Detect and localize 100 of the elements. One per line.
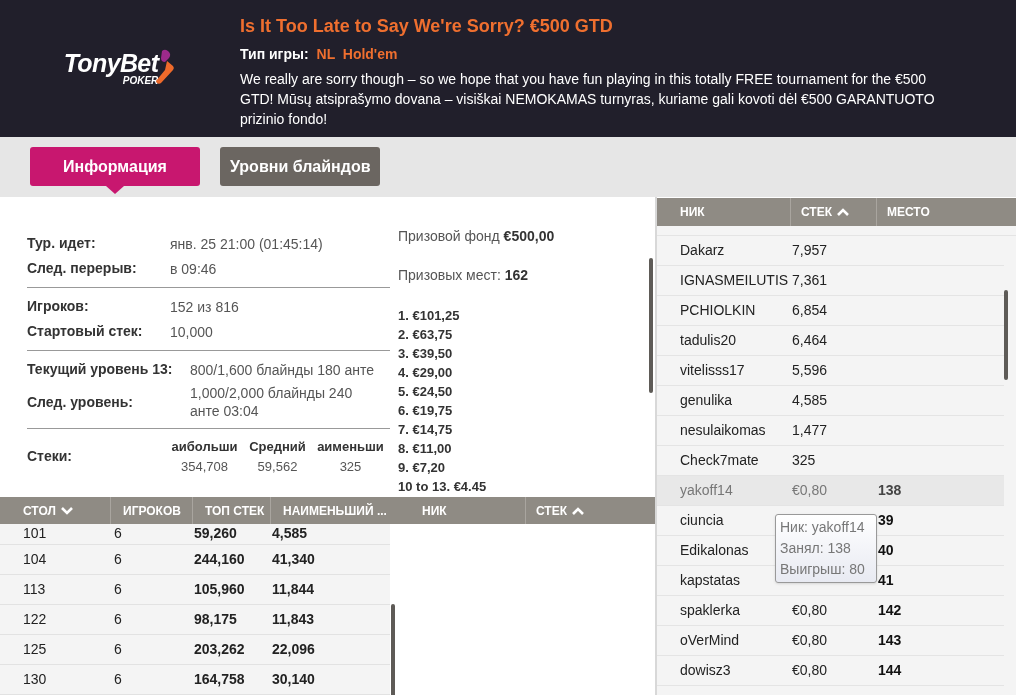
player-place: 144 <box>878 661 902 680</box>
table-cell-text: 98,175 <box>193 610 238 629</box>
table-cell-text: 59,260 <box>193 524 238 543</box>
table-cell-text: 4,585 <box>271 524 309 543</box>
player-stack: 6,464 <box>792 332 828 348</box>
info-label: Тур. идет: <box>27 234 97 253</box>
stack-value: 354,708 <box>181 457 228 476</box>
player-stack: 6,854 <box>792 302 828 318</box>
table-cell-text: 125 <box>22 640 48 659</box>
table-cell-text: 6 <box>113 580 123 599</box>
player-name[interactable]: yakoff14 <box>680 482 733 498</box>
player-place: 40 <box>878 541 894 560</box>
player-name[interactable]: oVerMind <box>680 632 740 648</box>
stack-value: 325 <box>339 457 362 476</box>
tournament-title: Is It Too Late to Say We're Sorry? €500 GTD <box>240 15 614 38</box>
player-name[interactable]: genulika <box>680 392 733 408</box>
player-stack: 4,585 <box>792 392 828 408</box>
player-place: 138 <box>878 481 902 500</box>
table-cell-text: 30,140 <box>271 670 316 689</box>
info-value: 10,000 <box>170 322 213 341</box>
table-cell-text: 130 <box>22 670 48 689</box>
info-label: Игроков: <box>27 297 90 316</box>
stack-heading: аименьши <box>317 438 384 456</box>
player-name[interactable]: vitelisss17 <box>680 362 745 378</box>
table-cell-text: 203,262 <box>193 640 246 659</box>
scrollbar[interactable] <box>649 258 653 393</box>
stack-value: 59,562 <box>257 457 298 476</box>
info-label: След. уровень: <box>27 392 134 412</box>
info-value: 152 из 816 <box>170 297 239 316</box>
tournament-description: We really are sorry though – so we hope that you have fun playing in this totally FREE tournament for the €500 GTD! Mūsų atsiprašymo dovana – visiškai NEMOKAMAS turnyras, kuriame gali kovoti dėl €500 GARANTUOTO prizinio fondo! <box>240 70 936 129</box>
scrollbar[interactable] <box>1004 290 1008 380</box>
player-stack: €0,80 <box>792 482 828 498</box>
player-name[interactable]: tadulis20 <box>680 332 737 348</box>
player-name[interactable]: Edikalonas <box>680 542 749 558</box>
player-stack: €0,80 <box>792 602 828 618</box>
tooltip-line: Занял: 138 <box>780 539 852 558</box>
player-name[interactable]: Dakarz <box>680 242 725 258</box>
table-cell-text: 11,844 <box>271 580 316 599</box>
payout-item: 2. €63,75 <box>398 326 454 344</box>
scrollbar[interactable] <box>391 604 395 695</box>
player-stack: 7,361 <box>792 272 828 288</box>
prize-pool: Призовой фонд €500,00 <box>398 227 556 246</box>
player-place: 142 <box>878 601 902 620</box>
prize-places: Призовых мест: 162 <box>398 266 530 285</box>
logo-brand: TonyBet <box>63 51 159 76</box>
table-cell-text: 164,758 <box>193 670 246 689</box>
player-stack: 7,957 <box>792 242 828 258</box>
payout-item: 4. €29,00 <box>398 364 454 382</box>
player-name[interactable]: kapstatas <box>680 572 740 588</box>
stack-heading: Средний <box>249 438 306 456</box>
payout-item: 8. €11,00 <box>398 440 453 458</box>
info-value: в 09:46 <box>170 259 217 278</box>
tooltip-line: Ник: yakoff14 <box>780 518 866 537</box>
table-cell-text: 122 <box>22 610 48 629</box>
tab[interactable]: Информация <box>30 147 200 186</box>
logo-subtitle: POKER <box>122 76 159 86</box>
info-label: След. перерыв: <box>27 259 138 278</box>
table-cell-text: 11,843 <box>271 610 316 629</box>
player-name[interactable]: IGNASMEILUTIS <box>680 272 789 288</box>
player-stack: 1,477 <box>792 422 828 438</box>
stack-heading: аибольши <box>171 438 238 456</box>
player-place: 39 <box>878 511 894 530</box>
tab-pointer <box>106 186 124 194</box>
payout-item: 6. €19,75 <box>398 402 454 420</box>
player-place: 41 <box>878 571 894 590</box>
payout-item: 1. €101,25 <box>398 307 461 325</box>
player-stack: €0,80 <box>792 632 828 648</box>
player-stack: €0,80 <box>792 662 828 678</box>
tab[interactable]: Уровни блайндов <box>220 147 381 186</box>
info-label: Стартовый стек: <box>27 322 144 341</box>
payout-item: 9. €7,20 <box>398 459 446 477</box>
table-cell-text: 6 <box>113 640 123 659</box>
player-name[interactable]: nesulaikomas <box>680 422 766 438</box>
table-cell-text: 104 <box>22 550 48 569</box>
table-cell-text: 6 <box>113 610 123 629</box>
table-cell-text: 41,340 <box>271 550 316 569</box>
info-label: Стеки: <box>27 447 74 466</box>
info-value: 800/1,600 блайнды 180 анте <box>190 360 375 379</box>
game-type-value: NL Hold'em <box>316 45 398 64</box>
payout-item: 10 to 13. €4.45 <box>398 478 488 496</box>
tooltip-line: Выигрыш: 80 <box>780 560 866 579</box>
info-value: 1,000/2,000 блайнды 240 анте 03:04 <box>190 384 354 420</box>
table-cell-text: 6 <box>113 524 123 543</box>
table-cell-text: 113 <box>22 580 47 599</box>
table-cell-text: 244,160 <box>193 550 246 569</box>
payout-item: 3. €39,50 <box>398 345 454 363</box>
player-place: 143 <box>878 631 902 650</box>
table-cell-text: 6 <box>113 670 123 689</box>
player-name[interactable]: spaklerka <box>680 602 740 618</box>
player-name[interactable]: dowisz3 <box>680 662 731 678</box>
player-name[interactable]: PCHIOLKIN <box>680 302 756 318</box>
game-type-label: Тип игры: <box>240 45 309 64</box>
player-stack: 5,596 <box>792 362 828 378</box>
player-name[interactable]: ciuncia <box>680 512 724 528</box>
info-label: Текущий уровень 13: <box>27 360 174 379</box>
info-value: янв. 25 21:00 (01:45:14) <box>170 234 323 253</box>
table-cell-text: 105,960 <box>193 580 246 599</box>
player-name[interactable]: Check7mate <box>680 452 759 468</box>
player-stack: 325 <box>792 452 816 468</box>
payout-item: 7. €14,75 <box>398 421 454 439</box>
